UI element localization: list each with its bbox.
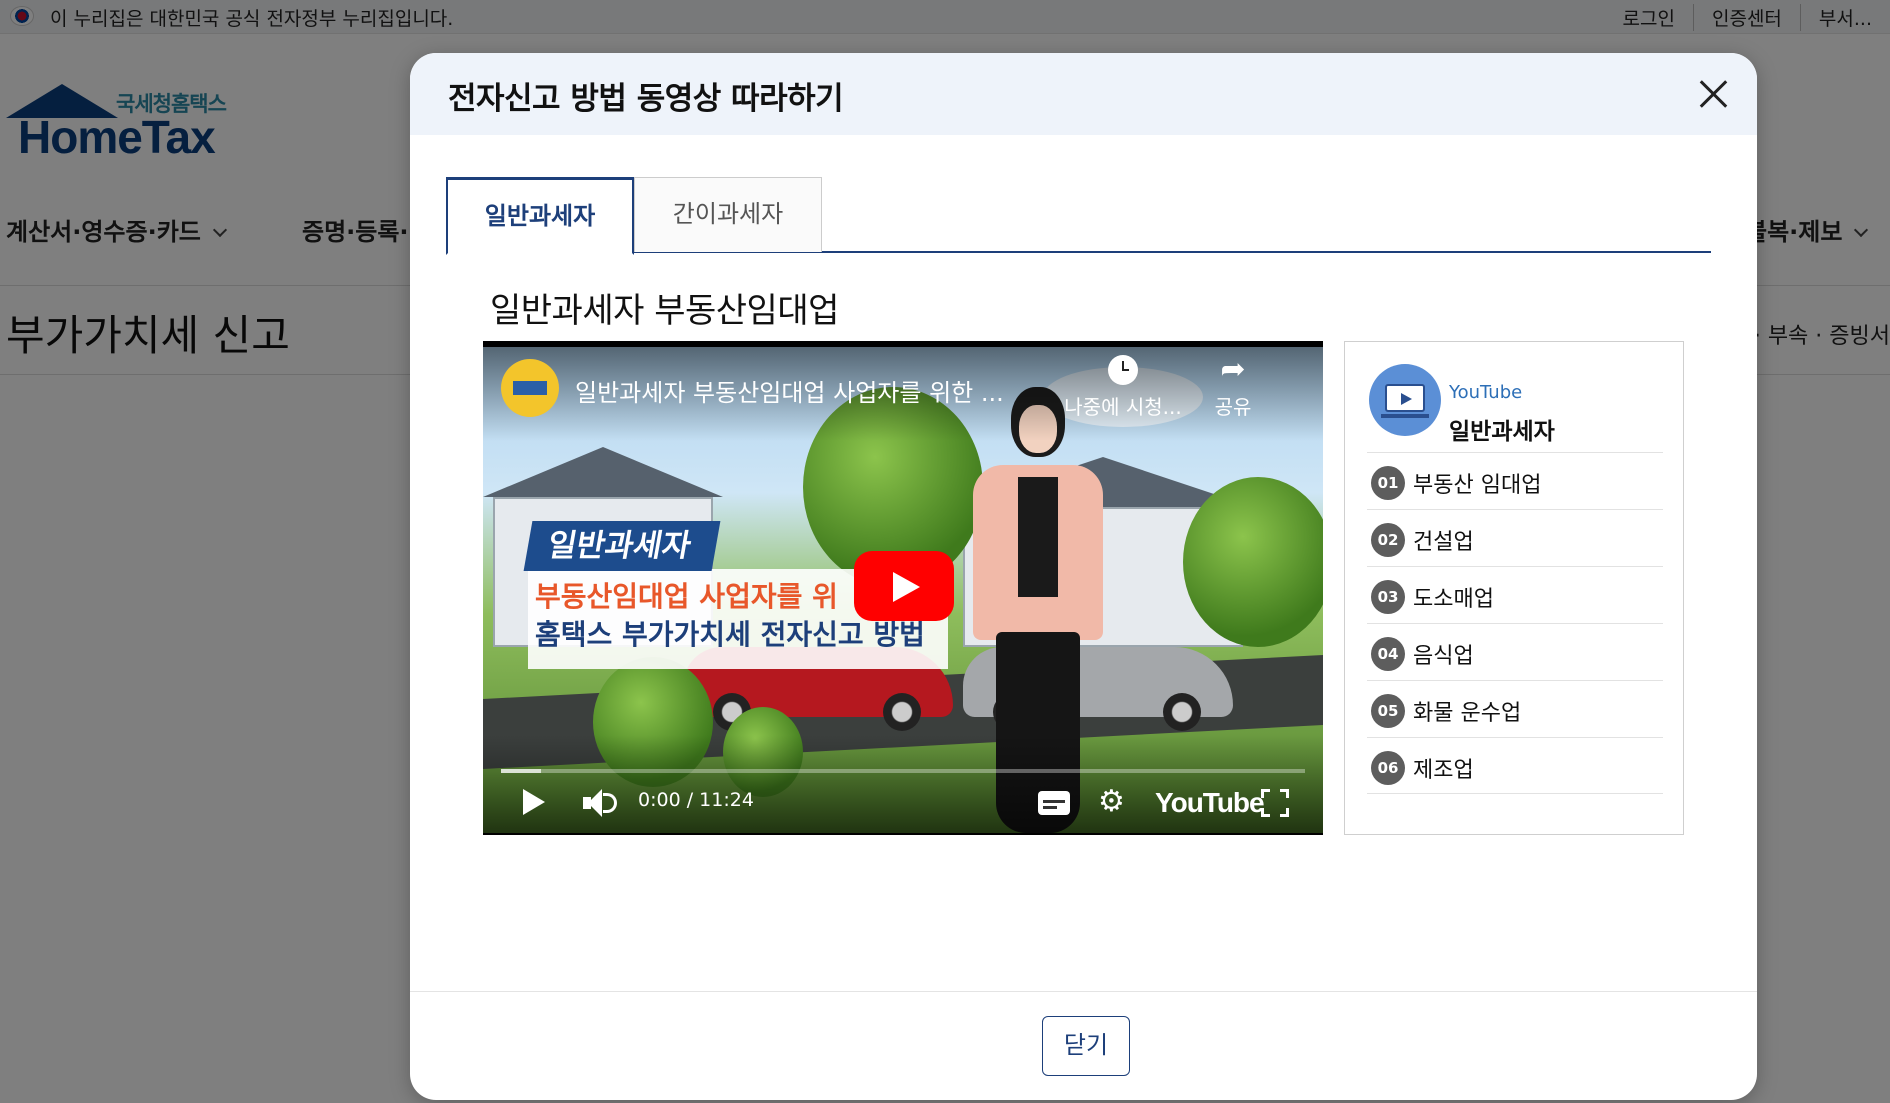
- video-guide-modal: 전자신고 방법 동영상 따라하기 일반과세자 간이과세자 일반과세자 부동산임대…: [410, 53, 1757, 1100]
- item-number-badge: 06: [1371, 751, 1405, 785]
- captions-icon[interactable]: [1038, 791, 1070, 815]
- modal-footer-divider: [410, 991, 1757, 992]
- video-time: 0:00 / 11:24: [638, 789, 754, 811]
- youtube-video-player[interactable]: 일반과세자 부동산임대업 사업자를 위 홈택스 부가가치세 전자신고 방법 일반…: [483, 341, 1323, 835]
- watch-later-button[interactable]: 나중에 시청...: [1063, 355, 1183, 420]
- clock-icon: [1108, 355, 1138, 385]
- taxpayer-tabs: 일반과세자 간이과세자: [446, 177, 1711, 255]
- item-number-badge: 04: [1371, 637, 1405, 671]
- item-label: 부동산 임대업: [1413, 473, 1542, 498]
- fullscreen-corner: [1280, 789, 1289, 798]
- volume-icon[interactable]: [583, 789, 617, 817]
- volume-wave-icon: [603, 793, 617, 813]
- panel-title: 일반과세자: [1449, 419, 1555, 445]
- video-list-panel: YouTube 일반과세자 01 부동산 임대업 02 건설업 03 도소매업 …: [1344, 341, 1684, 835]
- item-number-badge: 03: [1371, 580, 1405, 614]
- presenter-top: [1018, 477, 1058, 597]
- settings-gear-icon[interactable]: ⚙: [1098, 787, 1125, 817]
- banner-badge: 일반과세자: [523, 521, 721, 571]
- video-bottom-gradient: [483, 735, 1323, 835]
- item-number-badge: 05: [1371, 694, 1405, 728]
- item-label: 건설업: [1413, 530, 1474, 555]
- wheel-shape: [883, 693, 921, 731]
- close-icon[interactable]: [1691, 71, 1737, 117]
- video-progress-bar[interactable]: [501, 769, 1305, 773]
- youtube-video-icon: [1369, 364, 1441, 436]
- fullscreen-icon[interactable]: [1261, 789, 1289, 817]
- section-title: 일반과세자 부동산임대업: [490, 291, 839, 331]
- fullscreen-corner: [1280, 808, 1289, 817]
- item-label: 음식업: [1413, 644, 1474, 669]
- monitor-stand: [1381, 414, 1429, 418]
- watch-later-label: 나중에 시청...: [1064, 395, 1182, 419]
- channel-logo-icon: [513, 381, 547, 395]
- share-label: 공유: [1214, 395, 1252, 419]
- modal-header: 전자신고 방법 동영상 따라하기: [410, 53, 1757, 135]
- item-number-badge: 01: [1371, 466, 1405, 500]
- list-item[interactable]: 03 도소매업: [1367, 566, 1663, 623]
- tab-general-taxpayer[interactable]: 일반과세자: [446, 177, 634, 255]
- video-list: 01 부동산 임대업 02 건설업 03 도소매업 04 음식업 05 화물 운…: [1367, 452, 1663, 794]
- close-button[interactable]: 닫기: [1042, 1016, 1130, 1076]
- item-label: 도소매업: [1413, 587, 1494, 612]
- list-item[interactable]: 01 부동산 임대업: [1367, 452, 1663, 509]
- item-label: 제조업: [1413, 758, 1474, 783]
- video-progress-fill: [501, 769, 542, 773]
- list-item[interactable]: 04 음식업: [1367, 623, 1663, 680]
- item-label: 화물 운수업: [1413, 701, 1522, 726]
- banner-line-1: 부동산임대업 사업자를 위: [535, 580, 838, 613]
- wheel-shape: [1163, 693, 1201, 731]
- list-item[interactable]: 02 건설업: [1367, 509, 1663, 566]
- youtube-logo[interactable]: YouTube: [1155, 787, 1265, 819]
- video-title[interactable]: 일반과세자 부동산임대업 사업자를 위한 ...: [575, 373, 1004, 408]
- list-item[interactable]: 05 화물 운수업: [1367, 680, 1663, 737]
- tree-shape: [1183, 477, 1323, 647]
- control-play-icon[interactable]: [523, 789, 545, 815]
- tab-simplified-taxpayer[interactable]: 간이과세자: [634, 177, 822, 252]
- fullscreen-corner: [1261, 789, 1270, 798]
- fullscreen-corner: [1261, 808, 1270, 817]
- play-icon[interactable]: [854, 551, 954, 621]
- share-button[interactable]: ➦ 공유: [1203, 355, 1263, 420]
- channel-avatar[interactable]: [501, 359, 559, 417]
- modal-title: 전자신고 방법 동영상 따라하기: [448, 81, 844, 117]
- house-roof-shape: [483, 447, 723, 497]
- share-icon: ➦: [1220, 352, 1246, 387]
- panel-source: YouTube: [1449, 382, 1523, 403]
- item-number-badge: 02: [1371, 523, 1405, 557]
- list-item[interactable]: 06 제조업: [1367, 737, 1663, 794]
- monitor-play-icon: [1385, 384, 1425, 412]
